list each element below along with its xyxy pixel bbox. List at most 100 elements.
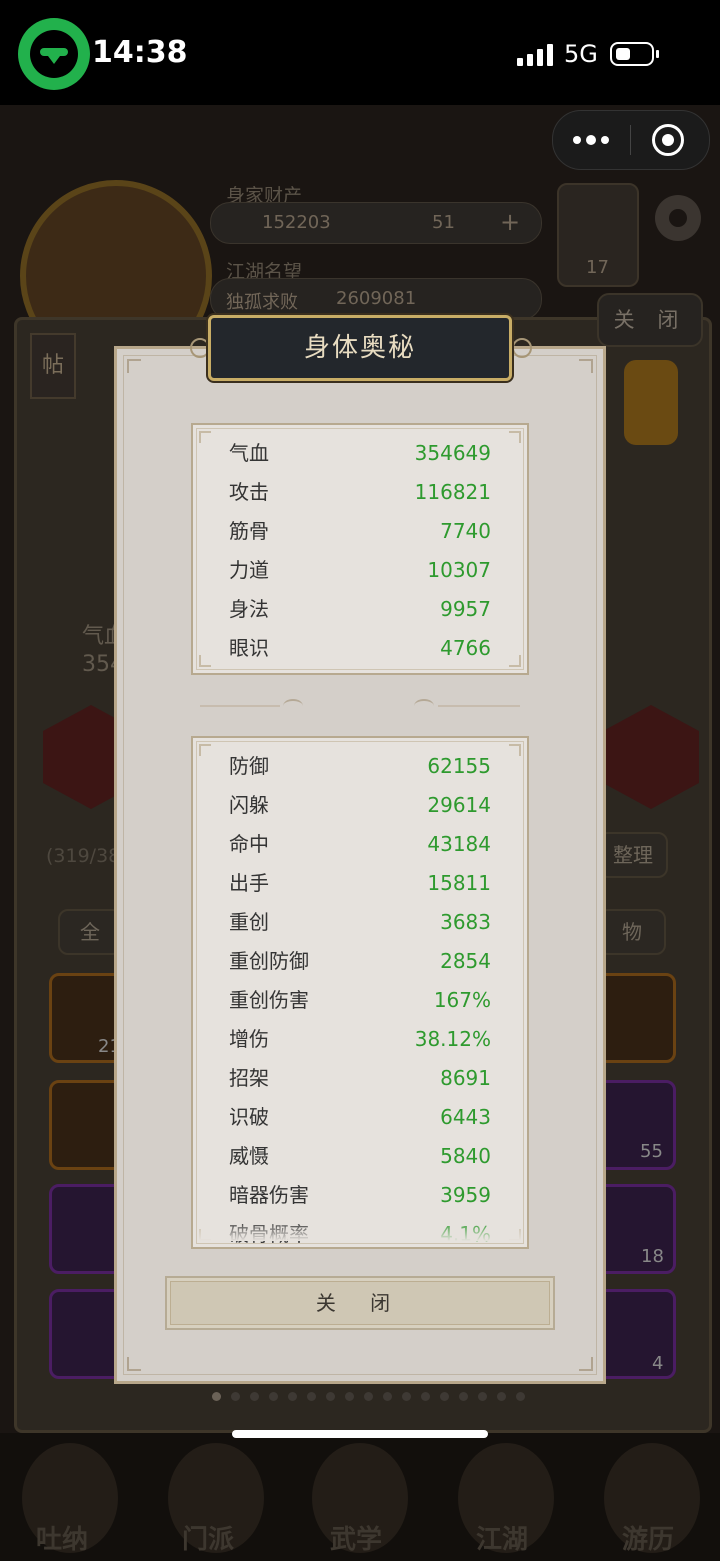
gem-value: 51 [432,212,455,233]
add-currency-button[interactable]: + [500,208,520,236]
secondary-stats-list[interactable]: 防御 62155 闪躲 29614 命中 43184 出手 15811 重创 3… [193,738,527,1247]
bottom-nav: 吐纳 门派 武学 江湖 游历 [0,1433,720,1561]
gear-icon[interactable] [655,195,701,241]
tie-icon[interactable]: 帖 [30,333,76,399]
stat-value: 7740 [440,519,491,543]
stat-value: 8691 [440,1066,491,1090]
stat-label: 重创 [229,910,269,934]
stat-row-shenfa: 身法 9957 [229,590,491,629]
stat-label: 气血 [229,441,269,465]
stat-label: 威慑 [229,1144,269,1168]
stat-row-mingzhong: 命中 43184 [229,825,491,864]
section-divider [438,705,520,707]
stat-row-jingu: 筋骨 7740 [229,512,491,551]
page-dot[interactable] [402,1392,411,1401]
primary-stats-box: 气血 354649 攻击 116821 筋骨 7740 力道 10307 身法 … [191,423,529,675]
stat-value: 15811 [427,871,491,895]
stat-label: 筋骨 [229,519,269,543]
stat-row-chushou: 出手 15811 [229,864,491,903]
stat-row-shanduo: 闪躲 29614 [229,786,491,825]
stat-value: 354649 [414,441,491,465]
home-indicator [232,1430,488,1438]
page-dot[interactable] [478,1392,487,1401]
page-dot[interactable] [231,1392,240,1401]
stat-value: 9957 [440,597,491,621]
stat-row-zhongchuang-shanghai: 重创伤害 167% [229,981,491,1020]
lantern-icon[interactable] [624,360,678,445]
inventory-slot[interactable] [596,1080,676,1170]
coin-value: 152203 [262,212,331,233]
stat-label: 增伤 [229,1027,269,1051]
stat-label: 重创伤害 [229,988,309,1012]
page-dot[interactable] [269,1392,278,1401]
nav-label: 江湖 [476,1525,529,1555]
stat-label: 招架 [229,1066,269,1090]
stat-value: 4766 [440,636,491,660]
page-dot[interactable] [459,1392,468,1401]
stat-label: 出手 [229,871,269,895]
stat-value: 116821 [414,480,491,504]
stat-value: 167% [433,988,491,1012]
level-badge: 17 [586,257,609,278]
stat-row-fangyu: 防御 62155 [229,747,491,786]
stat-row-lidao: 力道 10307 [229,551,491,590]
exit-mini-program-icon[interactable] [652,124,684,156]
stat-value: 6443 [440,1105,491,1129]
sort-button[interactable]: 整理 [598,832,668,878]
page-dot[interactable] [383,1392,392,1401]
modal-title-plate: 身体奥秘 [208,315,512,381]
page-dot[interactable] [421,1392,430,1401]
status-time: 14:38 [92,35,188,70]
page-dot[interactable] [212,1392,221,1401]
background-close-button[interactable]: 关 闭 [597,293,703,347]
stat-row-zhongchuang-fangyu: 重创防御 2854 [229,942,491,981]
page-dot[interactable] [497,1392,506,1401]
filter-all-tab[interactable]: 全 [58,909,122,955]
stat-label: 身法 [229,597,269,621]
network-type: 5G [564,40,598,68]
stat-value: 3959 [440,1183,491,1207]
inventory-slot[interactable] [596,1289,676,1379]
stat-row-zhaojia: 招架 8691 [229,1059,491,1098]
stat-row-zhongchuang: 重创 3683 [229,903,491,942]
bag-count: (319/38 [46,845,121,867]
stat-row-shipo: 识破 6443 [229,1098,491,1137]
stat-row-anqi-shanghai: 暗器伤害 3959 [229,1176,491,1215]
stat-label: 闪躲 [229,793,269,817]
page-dot[interactable] [516,1392,525,1401]
filter-item-tab[interactable]: 物 [598,909,666,955]
page-dot[interactable] [250,1392,259,1401]
page-dot[interactable] [288,1392,297,1401]
stat-row-qixue: 气血 354649 [229,434,491,473]
stat-value: 38.12% [414,1027,491,1051]
stat-label: 识破 [229,1105,269,1129]
section-divider [200,705,280,707]
signal-icon [517,44,553,66]
secondary-stats-box[interactable]: 防御 62155 闪躲 29614 命中 43184 出手 15811 重创 3… [191,736,529,1249]
page-dot[interactable] [307,1392,316,1401]
divider-ornament [414,699,434,713]
stat-label: 防御 [229,754,269,778]
mini-program-capsule [552,110,710,170]
status-bar: 14:38 5G [0,0,720,105]
page-dot[interactable] [440,1392,449,1401]
close-button[interactable]: 关 闭 [165,1276,555,1330]
stat-value: 62155 [427,754,491,778]
nav-label: 门派 [182,1525,235,1555]
stat-value: 43184 [427,832,491,856]
stat-row-gongji: 攻击 116821 [229,473,491,512]
more-options-icon[interactable] [553,111,629,169]
inventory-slot[interactable] [596,973,676,1063]
page-dot[interactable] [326,1392,335,1401]
stat-value: 2854 [440,949,491,973]
modal-title: 身体奥秘 [303,333,416,363]
page-dot[interactable] [345,1392,354,1401]
slot-count: 18 [641,1246,664,1267]
rank-title: 独孤求败 [226,292,298,313]
stat-label: 重创防御 [229,949,309,973]
nav-label: 游历 [622,1525,675,1555]
stat-row-zengshang: 增伤 38.12% [229,1020,491,1059]
page-dot[interactable] [364,1392,373,1401]
inventory-slot[interactable] [596,1184,676,1274]
stat-value: 10307 [427,558,491,582]
